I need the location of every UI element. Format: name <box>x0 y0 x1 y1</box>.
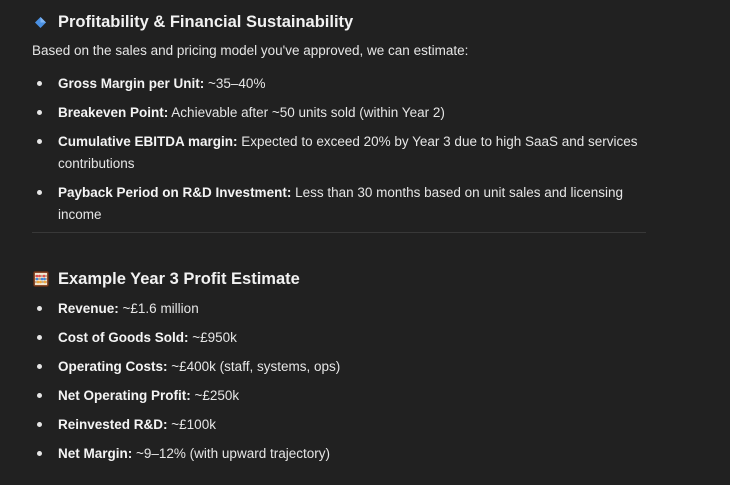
section-heading-profit-estimate: Example Year 3 Profit Estimate <box>32 268 646 290</box>
list-item: Cumulative EBITDA margin: Expected to ex… <box>32 131 646 175</box>
item-label: Payback Period on R&D Investment: <box>58 185 292 200</box>
item-text: ~£1.6 million <box>118 301 199 316</box>
list-item: Net Margin: ~9–12% (with upward trajecto… <box>32 443 646 465</box>
list-item: Net Operating Profit: ~£250k <box>32 385 646 407</box>
abacus-icon <box>32 271 49 288</box>
item-label: Cumulative EBITDA margin: <box>58 134 238 149</box>
list-item: Operating Costs: ~£400k (staff, systems,… <box>32 356 646 378</box>
section-heading-profitability: Profitability & Financial Sustainability <box>32 11 646 33</box>
section-divider <box>32 232 646 233</box>
intro-text: Based on the sales and pricing model you… <box>32 43 469 58</box>
metrics-list: Gross Margin per Unit: ~35–40% Breakeven… <box>32 73 646 226</box>
item-text: ~£100k <box>167 417 216 432</box>
list-item: Revenue: ~£1.6 million <box>32 298 646 320</box>
list-item: Gross Margin per Unit: ~35–40% <box>32 73 646 95</box>
list-item: Reinvested R&D: ~£100k <box>32 414 646 436</box>
item-label: Net Operating Profit: <box>58 388 191 403</box>
blue-diamond-icon <box>32 14 49 31</box>
profit-estimate-section: Example Year 3 Profit Estimate Revenue: … <box>32 268 646 465</box>
item-text: ~35–40% <box>204 76 266 91</box>
profitability-section: Profitability & Financial Sustainability… <box>32 11 646 226</box>
list-item: Payback Period on R&D Investment: Less t… <box>32 182 646 226</box>
item-label: Revenue: <box>58 301 119 316</box>
item-text: ~£250k <box>190 388 240 403</box>
item-text: ~£950k <box>188 330 237 345</box>
item-text: Achievable after ~50 units sold (within … <box>168 105 445 120</box>
profit-estimate-list: Revenue: ~£1.6 million Cost of Goods Sol… <box>32 298 646 465</box>
section-title: Example Year 3 Profit Estimate <box>58 269 300 288</box>
section-title: Profitability & Financial Sustainability <box>58 12 354 31</box>
item-text: ~£400k (staff, systems, ops) <box>167 359 341 374</box>
item-label: Gross Margin per Unit: <box>58 76 205 91</box>
item-label: Operating Costs: <box>58 359 168 374</box>
item-label: Net Margin: <box>58 446 133 461</box>
item-label: Breakeven Point: <box>58 105 169 120</box>
item-text: ~9–12% (with upward trajectory) <box>132 446 330 461</box>
list-item: Cost of Goods Sold: ~£950k <box>32 327 646 349</box>
list-item: Breakeven Point: Achievable after ~50 un… <box>32 102 646 124</box>
item-label: Reinvested R&D: <box>58 417 168 432</box>
item-label: Cost of Goods Sold: <box>58 330 189 345</box>
